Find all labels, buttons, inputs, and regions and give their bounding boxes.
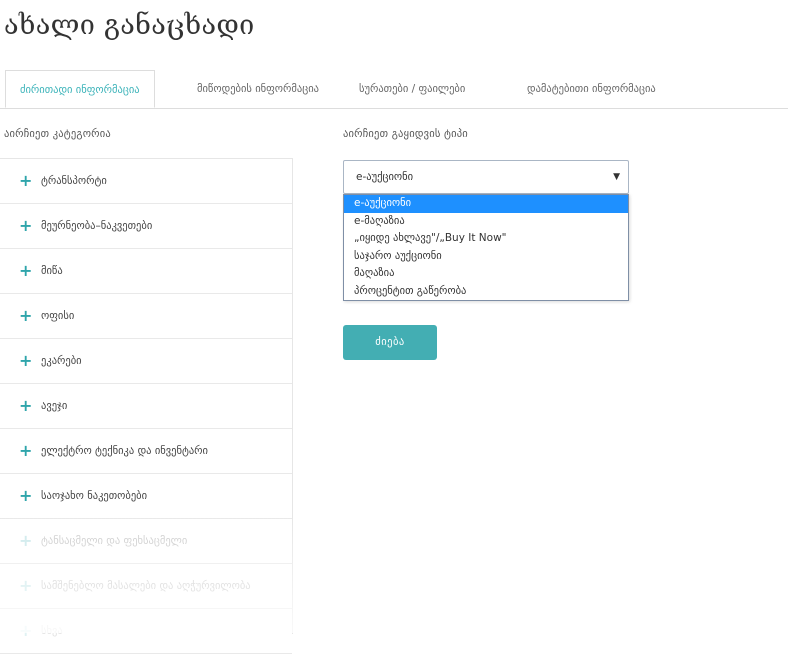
plus-icon: + bbox=[19, 351, 33, 370]
category-item[interactable]: + მიწა bbox=[0, 249, 292, 294]
chevron-down-icon: ▼ bbox=[613, 172, 620, 182]
sale-type-selected-value: e-აუქციონი bbox=[356, 171, 414, 183]
category-item-label: ტანსაცმელი და ფეხსაცმელი bbox=[41, 535, 188, 547]
search-button[interactable]: ძიება bbox=[343, 325, 437, 360]
dropdown-option[interactable]: e-მაღაზია bbox=[344, 213, 628, 231]
category-item-label: საოჯახო ნაკეთობები bbox=[41, 490, 148, 502]
dropdown-option[interactable]: მაღაზია bbox=[344, 265, 628, 283]
category-item-label: მიწა bbox=[41, 265, 63, 277]
category-item[interactable]: + ელექტრო ტექნიკა და ინვენტარი bbox=[0, 429, 292, 474]
tab-delivery-info[interactable]: მიწოდების ინფორმაცია bbox=[197, 70, 319, 108]
category-item[interactable]: + სხვა bbox=[0, 609, 292, 654]
category-item[interactable]: + ტრანსპორტი bbox=[0, 159, 292, 204]
plus-icon: + bbox=[19, 171, 33, 190]
plus-icon: + bbox=[19, 531, 33, 550]
category-item-label: ავეჯი bbox=[41, 400, 68, 412]
dropdown-option[interactable]: „იყიდე ახლავე"/„Buy It Now" bbox=[344, 230, 628, 248]
tab-basic-info[interactable]: ძირითადი ინფორმაცია bbox=[5, 70, 155, 108]
tab-additional-info[interactable]: დამატებითი ინფორმაცია bbox=[527, 70, 656, 108]
category-item[interactable]: + ავეჯი bbox=[0, 384, 292, 429]
sale-type-label: აირჩიეთ გაყიდვის ტიპი bbox=[343, 128, 468, 140]
page-title: ახალი განაცხადი bbox=[4, 10, 255, 41]
plus-icon: + bbox=[19, 216, 33, 235]
plus-icon: + bbox=[19, 441, 33, 460]
tab-images-files[interactable]: სურათები / ფაილები bbox=[359, 70, 465, 108]
category-item-label: ეკარები bbox=[41, 355, 82, 367]
sale-type-dropdown: e-აუქციონი e-მაღაზია „იყიდე ახლავე"/„Buy… bbox=[343, 194, 629, 301]
plus-icon: + bbox=[19, 306, 33, 325]
category-item-label: მეურნეობა–ნაკვეთები bbox=[41, 220, 153, 232]
category-item-label: ოფისი bbox=[41, 310, 75, 322]
plus-icon: + bbox=[19, 576, 33, 595]
category-label: აირჩიეთ კატეგორია bbox=[4, 128, 111, 140]
category-item[interactable]: + მეურნეობა–ნაკვეთები bbox=[0, 204, 292, 249]
category-item-label: სამშენებლო მასალები და აღჭურვილობა bbox=[41, 580, 251, 592]
plus-icon: + bbox=[19, 621, 33, 640]
category-item-label: ელექტრო ტექნიკა და ინვენტარი bbox=[41, 445, 208, 457]
category-list: + ტრანსპორტი + მეურნეობა–ნაკვეთები + მიწა +… bbox=[0, 158, 293, 654]
category-item[interactable]: + სამშენებლო მასალები და აღჭურვილობა bbox=[0, 564, 292, 609]
sale-type-select[interactable]: e-აუქციონი ▼ bbox=[343, 160, 629, 194]
category-item[interactable]: + ტანსაცმელი და ფეხსაცმელი bbox=[0, 519, 292, 564]
category-item[interactable]: + საოჯახო ნაკეთობები bbox=[0, 474, 292, 519]
dropdown-option[interactable]: პროცენტით გაწერობა bbox=[344, 283, 628, 301]
plus-icon: + bbox=[19, 396, 33, 415]
tab-bar: ძირითადი ინფორმაცია მიწოდების ინფორმაცია… bbox=[0, 70, 788, 109]
category-item-label: სხვა bbox=[41, 625, 63, 637]
dropdown-option[interactable]: საჯარო აუქციონი bbox=[344, 248, 628, 266]
plus-icon: + bbox=[19, 261, 33, 280]
category-item[interactable]: + ეკარები bbox=[0, 339, 292, 384]
category-item[interactable]: + ოფისი bbox=[0, 294, 292, 339]
dropdown-option[interactable]: e-აუქციონი bbox=[344, 195, 628, 213]
plus-icon: + bbox=[19, 486, 33, 505]
category-item-label: ტრანსპორტი bbox=[41, 175, 107, 187]
